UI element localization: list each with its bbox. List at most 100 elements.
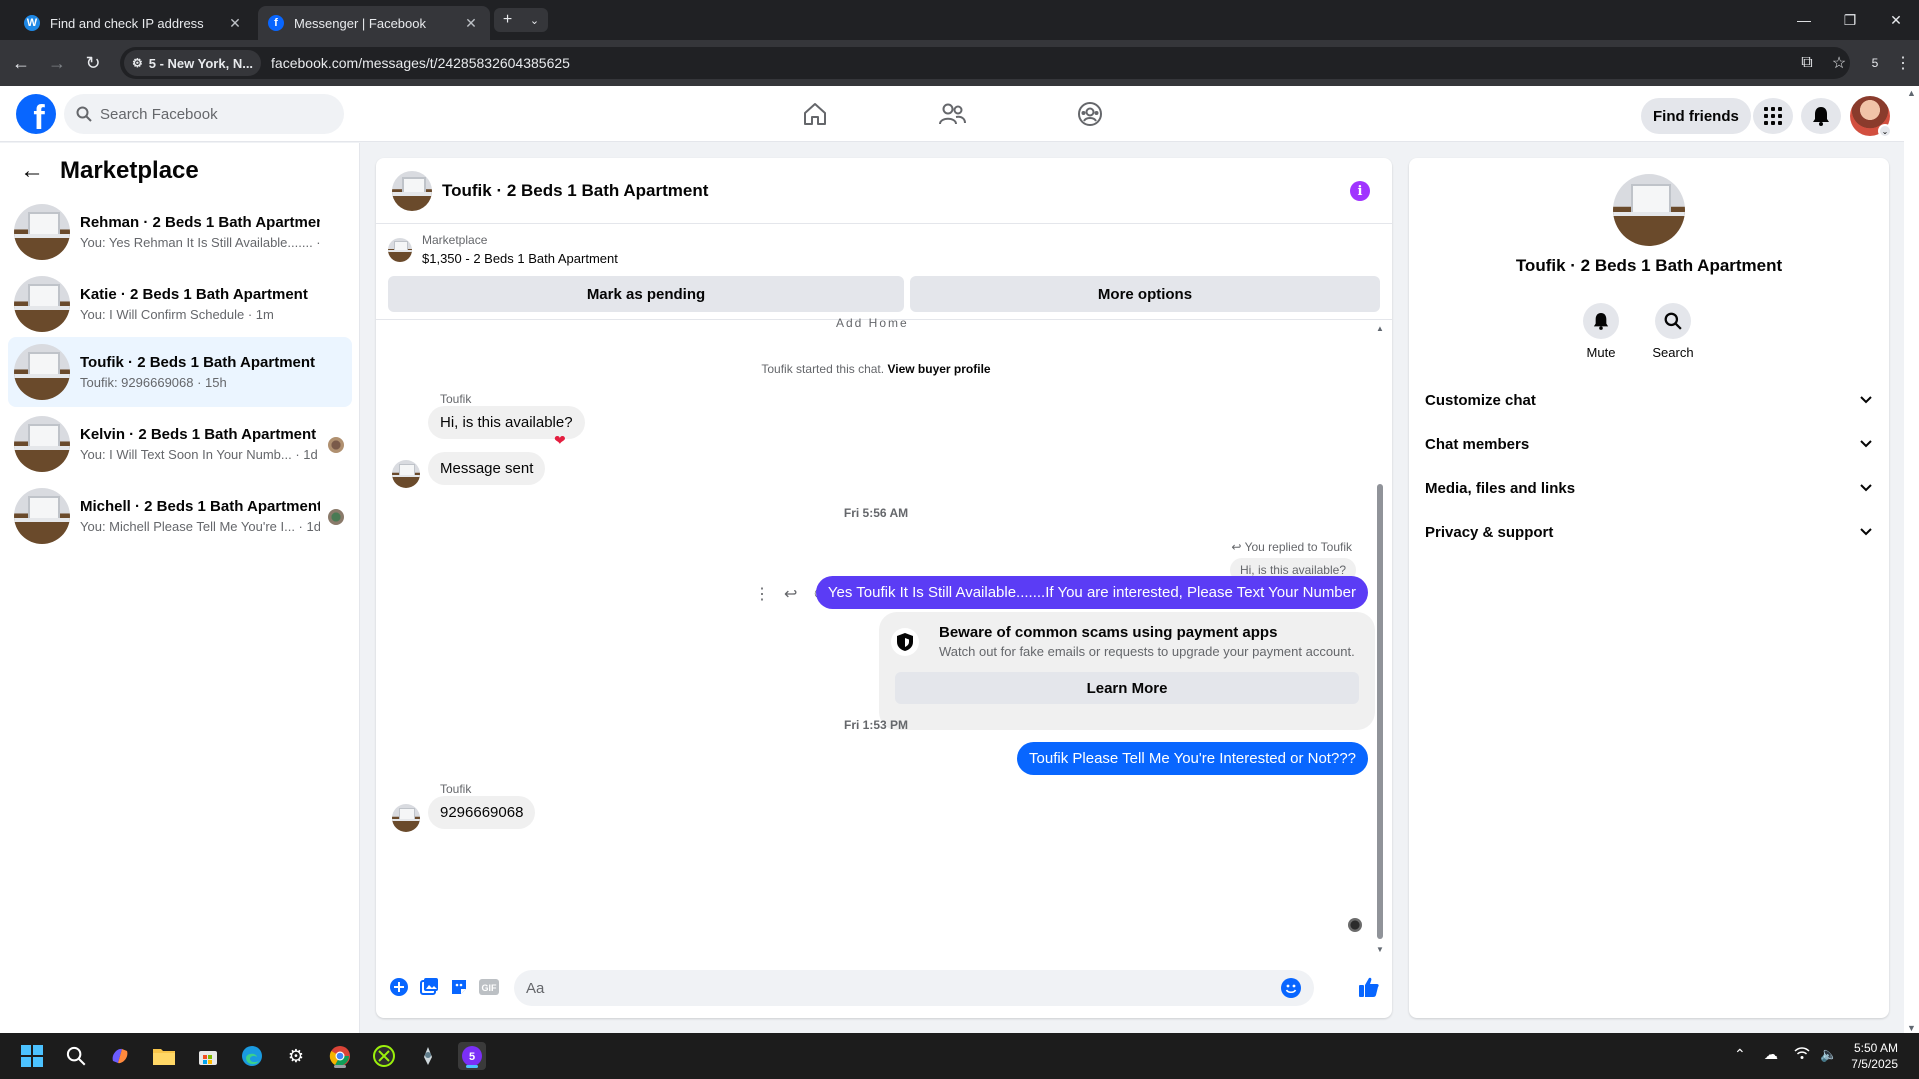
windows-start-icon[interactable] (18, 1042, 46, 1070)
chrome-icon[interactable] (326, 1042, 354, 1070)
address-bar[interactable]: ⚙ 5 - New York, N... facebook.com/messag… (120, 47, 1850, 79)
mute-button[interactable]: Mute (1571, 303, 1631, 360)
forward-arrow-icon[interactable]: → (42, 48, 72, 78)
groups-icon[interactable] (1072, 96, 1108, 132)
sticker-icon[interactable] (448, 976, 470, 998)
section-privacy-support[interactable]: Privacy & support (1425, 514, 1873, 550)
restore-icon[interactable]: ❐ (1827, 0, 1873, 40)
chat-scrollbar[interactable]: ▲ ▼ (1376, 324, 1384, 954)
listing-info[interactable]: Marketplace $1,350 - 2 Beds 1 Bath Apart… (388, 233, 618, 266)
microsoft-store-icon[interactable] (194, 1042, 222, 1070)
conversation-toufik[interactable]: Toufik · 2 Beds 1 Bath Apartment Toufik:… (8, 337, 352, 407)
section-label: Privacy & support (1425, 523, 1554, 541)
scroll-down-icon[interactable]: ▼ (1907, 1023, 1916, 1033)
wifi-icon[interactable] (1794, 1046, 1810, 1063)
scroll-up-icon[interactable]: ▲ (1376, 324, 1384, 333)
listing-thumbnail-large[interactable] (1613, 174, 1685, 246)
edge-browser-icon[interactable] (238, 1042, 266, 1070)
new-tab-icon[interactable]: + (503, 11, 512, 29)
home-icon[interactable] (797, 96, 833, 132)
conversation-katie[interactable]: Katie · 2 Beds 1 Bath Apartment You: I W… (8, 269, 352, 339)
thumbs-up-icon[interactable] (1358, 976, 1380, 998)
tab-list-chevron-icon[interactable]: ⌄ (530, 14, 539, 27)
friends-icon[interactable] (934, 96, 970, 132)
add-plus-icon[interactable] (388, 976, 410, 998)
tray-expand-chevron-icon[interactable]: ⌃ (1734, 1046, 1746, 1063)
conversation-rehman[interactable]: Rehman · 2 Beds 1 Bath Apartment You: Ye… (8, 197, 352, 267)
mute-label: Mute (1586, 345, 1616, 360)
more-options-button[interactable]: More options (910, 276, 1380, 312)
outgoing-message[interactable]: Toufik Please Tell Me You're Interested … (1017, 742, 1368, 775)
extension-badge[interactable]: 5 (1860, 48, 1890, 78)
site-info-chip[interactable]: ⚙ 5 - New York, N... (124, 50, 262, 76)
notifications-bell-icon[interactable] (1801, 98, 1841, 134)
conversation-snippet: You: Michell Please Tell Me You're I... … (80, 519, 320, 534)
scroll-up-icon[interactable]: ▲ (1907, 88, 1916, 98)
conversation-name: Toufik · 2 Beds 1 Bath Apartment (80, 354, 316, 371)
scroll-thumb[interactable] (1377, 484, 1383, 939)
section-media-files-links[interactable]: Media, files and links (1425, 470, 1873, 506)
chat-panel: Toufik · 2 Beds 1 Bath Apartment i Marke… (376, 158, 1392, 1018)
find-friends-button[interactable]: Find friends (1641, 98, 1751, 134)
gif-icon[interactable]: GIF (478, 976, 500, 998)
tab-find-ip[interactable]: W Find and check IP address ✕ (14, 6, 254, 40)
sender-avatar[interactable] (392, 460, 420, 488)
heart-reaction-icon[interactable]: ❤ (554, 432, 566, 449)
close-tab-icon[interactable]: ✕ (462, 15, 480, 32)
conversation-details-panel: Toufik · 2 Beds 1 Bath Apartment Mute Se… (1409, 158, 1889, 1018)
install-app-icon[interactable]: ⧉ (1792, 48, 1822, 78)
incoming-message[interactable]: Message sent (428, 452, 546, 485)
file-explorer-icon[interactable] (150, 1042, 178, 1070)
info-icon[interactable]: i (1350, 181, 1370, 201)
photo-icon[interactable] (418, 976, 440, 998)
search-input[interactable] (100, 105, 300, 123)
message-input-box[interactable] (514, 970, 1314, 1006)
view-buyer-profile-link[interactable]: View buyer profile (887, 362, 990, 376)
volume-icon[interactable]: 🔈 (1820, 1046, 1837, 1063)
chevron-down-icon (1860, 484, 1872, 492)
facebook-logo-icon[interactable]: f (16, 94, 56, 134)
reload-icon[interactable]: ↻ (78, 48, 108, 78)
profile-avatar[interactable]: ⌄ (1850, 96, 1892, 138)
back-arrow-icon[interactable]: ← (20, 157, 44, 185)
more-actions-icon[interactable]: ⋮ (754, 584, 770, 604)
app-icon[interactable] (414, 1042, 442, 1070)
message-input[interactable] (526, 979, 1266, 997)
gologin-profile-icon[interactable]: 5 (458, 1042, 486, 1070)
minimize-icon[interactable]: — (1781, 0, 1827, 40)
copilot-icon[interactable] (106, 1042, 134, 1070)
reply-icon[interactable]: ↩ (784, 584, 797, 604)
chat-title[interactable]: Toufik · 2 Beds 1 Bath Apartment (442, 181, 708, 201)
conversation-kelvin[interactable]: Kelvin · 2 Beds 1 Bath Apartment You: I … (8, 409, 352, 479)
outgoing-message[interactable]: Yes Toufik It Is Still Available.......I… (815, 576, 1368, 609)
sender-avatar[interactable] (392, 804, 420, 832)
emoji-icon[interactable] (1280, 977, 1302, 999)
taskbar-search-icon[interactable] (62, 1042, 90, 1070)
section-label: Media, files and links (1425, 479, 1576, 497)
menu-grid-icon[interactable] (1753, 98, 1793, 134)
conversation-michell[interactable]: Michell · 2 Beds 1 Bath Apartment You: M… (8, 481, 352, 551)
bookmark-star-icon[interactable]: ☆ (1824, 48, 1854, 78)
chat-listing-thumbnail[interactable] (392, 170, 432, 211)
close-tab-icon[interactable]: ✕ (226, 15, 244, 32)
search-label: Search (1652, 345, 1694, 360)
learn-more-button[interactable]: Learn More (895, 672, 1359, 704)
search-in-chat-button[interactable]: Search (1643, 303, 1703, 360)
back-arrow-icon[interactable]: ← (6, 48, 36, 78)
settings-gear-icon[interactable]: ⚙ (282, 1042, 310, 1070)
message-list[interactable]: Add Home Toufik started this chat. View … (376, 316, 1392, 960)
browser-menu-icon[interactable]: ⋮ (1888, 48, 1918, 78)
close-window-icon[interactable]: ✕ (1873, 0, 1919, 40)
incoming-message[interactable]: 9296669068 (428, 796, 536, 829)
mark-as-pending-button[interactable]: Mark as pending (388, 276, 904, 312)
tab-messenger[interactable]: f Messenger | Facebook ✕ (258, 6, 490, 40)
system-clock[interactable]: 5:50 AM 7/5/2025 (1838, 1040, 1898, 1072)
url-text[interactable]: facebook.com/messages/t/2428583260438562… (271, 55, 570, 71)
scroll-down-icon[interactable]: ▼ (1376, 945, 1384, 954)
section-chat-members[interactable]: Chat members (1425, 426, 1873, 462)
section-customize-chat[interactable]: Customize chat (1425, 382, 1873, 418)
page-scrollbar[interactable]: ▲ ▼ (1904, 86, 1919, 1033)
onedrive-cloud-icon[interactable]: ☁ (1764, 1046, 1778, 1063)
xbox-icon[interactable] (370, 1042, 398, 1070)
facebook-search[interactable] (64, 94, 344, 134)
